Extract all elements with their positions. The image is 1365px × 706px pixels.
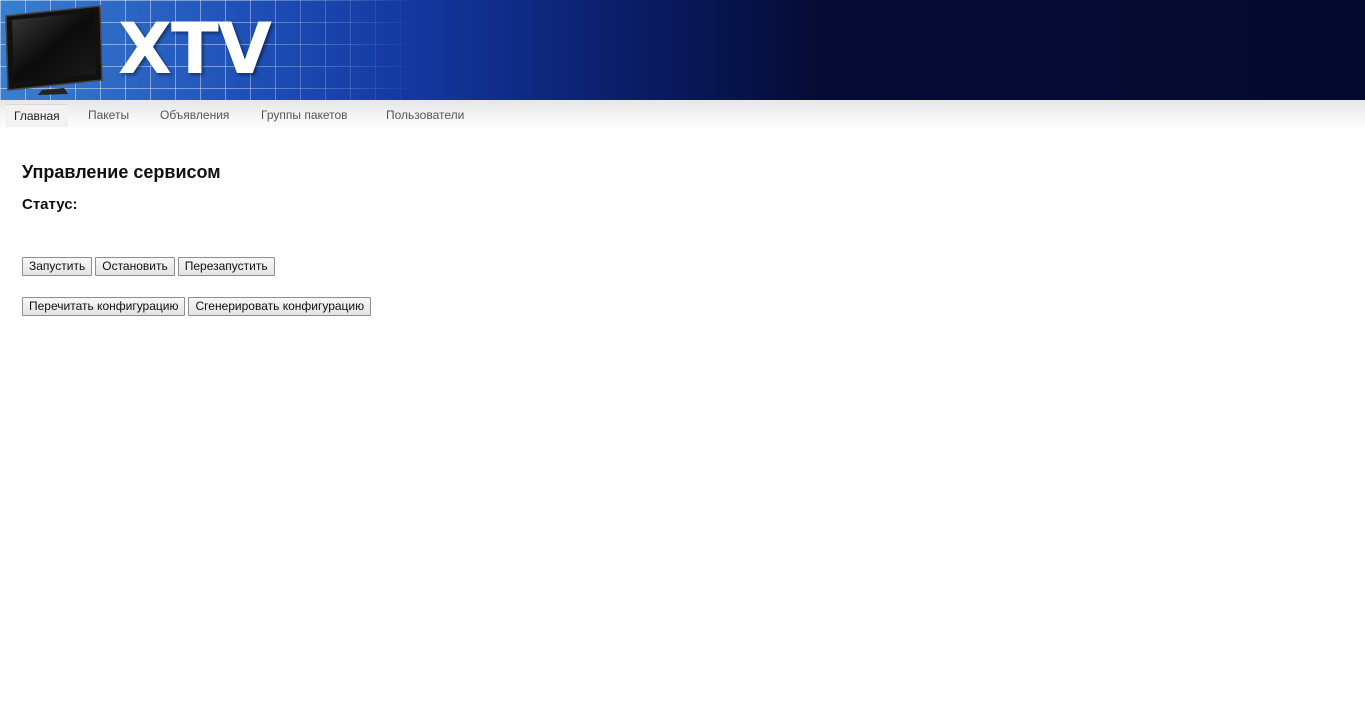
start-button[interactable]: Запустить	[22, 257, 93, 276]
tv-icon	[5, 5, 103, 95]
nav-item-announcements[interactable]: Объявления	[152, 104, 237, 126]
page-title: Управление сервисом	[22, 162, 221, 182]
stop-button[interactable]: Остановить	[95, 257, 175, 276]
status-label: Статус:	[22, 196, 78, 213]
nav-item-users[interactable]: Пользователи	[378, 104, 472, 126]
main-nav: Главная Пакеты Объявления Группы пакетов…	[0, 100, 1365, 130]
service-controls: Запустить Остановить Перезапустить	[22, 257, 278, 276]
nav-item-packages[interactable]: Пакеты	[80, 104, 137, 126]
logo-text: XTV	[118, 8, 272, 90]
header-banner: XTV	[0, 0, 1365, 100]
nav-item-package-groups[interactable]: Группы пакетов	[253, 104, 356, 126]
nav-item-home[interactable]: Главная	[6, 104, 68, 127]
reread-config-button[interactable]: Перечитать конфигурацию	[22, 297, 186, 316]
main-content: Управление сервисом Статус:	[22, 160, 221, 214]
restart-button[interactable]: Перезапустить	[177, 257, 275, 276]
generate-config-button[interactable]: Сгенерировать конфигурацию	[188, 297, 372, 316]
config-controls: Перечитать конфигурацию Сгенерировать кон…	[22, 297, 374, 316]
